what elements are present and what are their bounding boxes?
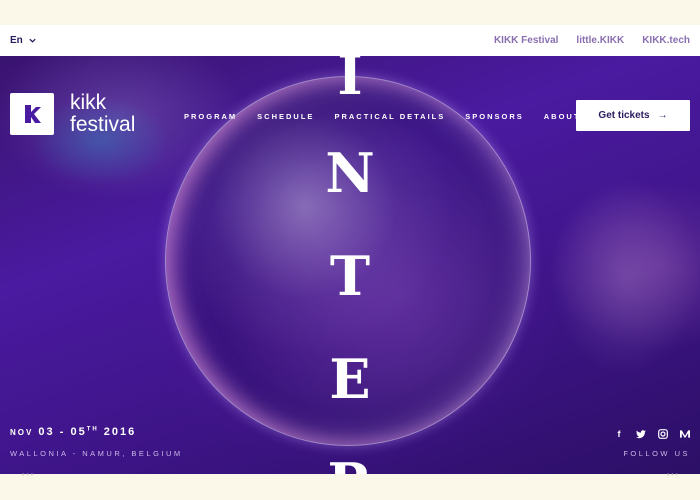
main-nav: PROGRAM SCHEDULE PRACTICAL DETAILS SPONS… [184,112,580,121]
arrow-right-icon: → [657,110,668,121]
event-day-start: 03 [38,426,55,438]
follow-us-label: FOLLOW US [623,449,690,458]
event-month: NOV [10,428,34,437]
footer-right-faded-text: • • • [666,472,678,479]
top-links: KIKK Festival little.KIKK KIKK.tech [494,35,690,46]
nav-about[interactable]: ABOUT [544,112,581,121]
logo-wordmark: kikk festival [70,92,135,136]
nav-practical-details[interactable]: PRACTICAL DETAILS [334,112,445,121]
instagram-icon[interactable] [658,429,668,439]
hero-haze-right [550,176,700,376]
language-label: En [10,35,23,46]
medium-icon[interactable] [680,429,690,439]
chevron-down-icon [29,38,36,43]
kikk-logo-mark [10,93,54,135]
facebook-icon[interactable]: f [614,429,624,439]
hero-letter: I [337,56,363,107]
get-tickets-label: Get tickets [598,110,650,121]
get-tickets-button[interactable]: Get tickets → [576,100,690,131]
day-suffix: TH [86,426,99,433]
event-year: 2016 [103,426,137,438]
kikk-logo[interactable]: kikk festival [10,92,135,136]
event-dates: NOV 03 - 05TH 2016 [10,426,136,438]
date-separator: - [59,426,66,438]
link-kikk-tech[interactable]: KIKK.tech [642,35,690,46]
footer-left-faded-text: • • • [22,472,34,479]
event-location: WALLONIA - NAMUR, BELGIUM [10,449,183,458]
kikk-k-icon [25,105,41,123]
language-selector[interactable]: En [10,35,37,46]
hero-letter: T [329,244,371,308]
footer-strip: • • • • • • [0,472,700,500]
twitter-icon[interactable] [636,429,646,439]
link-little-kikk[interactable]: little.KIKK [576,35,624,46]
social-links: f [614,429,690,439]
hero-banner: I N T E R kikk festival PROGRAM SCHEDULE… [0,56,700,474]
nav-program[interactable]: PROGRAM [184,112,237,121]
hero-letter: N [325,141,375,205]
nav-sponsors[interactable]: SPONSORS [465,112,524,121]
logo-line-1: kikk [70,91,107,114]
event-day-end: 05 [70,426,87,438]
hero-letter: E [329,347,371,411]
nav-schedule[interactable]: SCHEDULE [257,112,314,121]
hero-letter: R [320,456,380,474]
link-kikk-festival[interactable]: KIKK Festival [494,35,558,46]
top-bar: En KIKK Festival little.KIKK KIKK.tech [0,25,700,56]
logo-line-2: festival [70,113,136,136]
